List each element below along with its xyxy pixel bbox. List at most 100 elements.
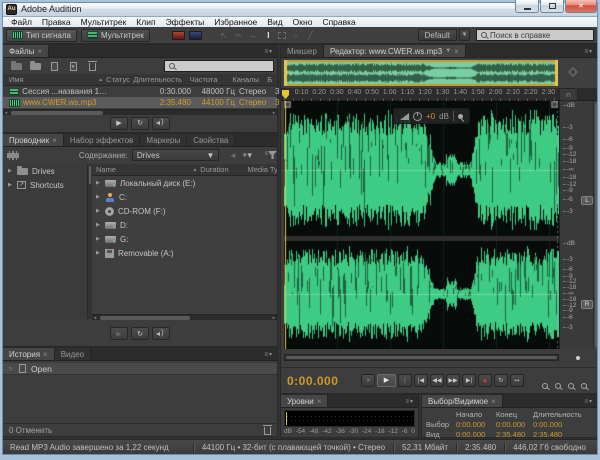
- close-icon[interactable]: ×: [52, 136, 57, 145]
- time-value[interactable]: 0:00.000: [456, 429, 486, 439]
- panel-menu-icon[interactable]: ≡▾: [584, 48, 593, 55]
- move-tool-icon[interactable]: ↖: [218, 31, 229, 40]
- close-icon[interactable]: ×: [43, 350, 48, 359]
- files-loop-button[interactable]: ↻: [131, 116, 149, 130]
- paintbrush-tool-icon[interactable]: ╱: [305, 31, 316, 40]
- time-value[interactable]: 2:35.480: [496, 429, 526, 439]
- menubar-item[interactable]: Эффекты: [161, 17, 210, 27]
- open-file-button[interactable]: [9, 60, 23, 72]
- record-button[interactable]: ●: [478, 374, 492, 387]
- tab-mixer[interactable]: Микшер: [281, 45, 324, 57]
- pin-icon[interactable]: [457, 113, 463, 119]
- drive-row[interactable]: ▶ Removable (A:): [92, 246, 277, 260]
- tab-editor[interactable]: Редактор: www.CWER.ws.mp3 ▼ ×: [323, 45, 466, 57]
- volume-hud[interactable]: +0 dB: [393, 108, 470, 124]
- zoom-in-button[interactable]: [542, 376, 548, 394]
- stop-button[interactable]: ■: [361, 374, 375, 387]
- rewind-button[interactable]: ◀◀: [430, 374, 444, 387]
- zoom-selection-button[interactable]: [581, 376, 587, 394]
- drive-row[interactable]: ▶ G:: [92, 232, 277, 246]
- close-icon[interactable]: ×: [454, 47, 459, 56]
- overview-strip[interactable]: [284, 60, 558, 86]
- expander-icon[interactable]: ▶: [96, 194, 101, 200]
- play-button[interactable]: ▶: [377, 374, 396, 387]
- close-button[interactable]: ✕: [565, 0, 597, 13]
- scrollbar-thumb[interactable]: [100, 316, 190, 320]
- menubar-item[interactable]: Мультитрек: [76, 17, 132, 27]
- waveform-display[interactable]: [284, 101, 559, 349]
- media-h-scrollbar[interactable]: ◄ ►: [92, 314, 277, 320]
- menubar-item[interactable]: Вид: [262, 17, 287, 27]
- import-file-button[interactable]: [28, 60, 42, 72]
- close-icon[interactable]: ×: [37, 47, 42, 56]
- expander-icon[interactable]: ▶: [96, 208, 101, 214]
- files-play-button[interactable]: ▶: [110, 116, 128, 130]
- files-column-header[interactable]: Длительность: [133, 75, 189, 84]
- workspace-dropdown-arrow[interactable]: ▼: [459, 29, 470, 41]
- editor-h-scrollbar[interactable]: [284, 354, 559, 361]
- filter-funnel-icon[interactable]: [268, 151, 278, 159]
- tab-video[interactable]: Видео: [54, 348, 92, 360]
- time-value[interactable]: 2:35.480: [533, 429, 563, 439]
- time-selection-tool-icon[interactable]: I: [263, 31, 274, 40]
- expander-icon[interactable]: ▶: [8, 182, 13, 188]
- tab-markers[interactable]: Маркеры: [140, 134, 188, 146]
- gear-icon[interactable]: [569, 68, 577, 76]
- files-column-header[interactable]: Статус: [106, 75, 133, 84]
- timeline-ruler[interactable]: 0:10 0:20 0:30 0:40 0:50 1:00 1:10 1:20 1:30 1:40…: [281, 88, 597, 101]
- file-row[interactable]: Сессия ...названия 1.sesx 0:30.000 48000 Г…: [3, 86, 279, 97]
- time-display[interactable]: 0:00.000: [287, 374, 338, 388]
- close-icon[interactable]: ×: [491, 397, 496, 406]
- media-column-header[interactable]: Duration: [200, 165, 247, 174]
- snap-toggle[interactable]: ∩: [559, 88, 578, 101]
- drive-row[interactable]: ▶ C:: [92, 190, 277, 204]
- fade-icon[interactable]: [400, 112, 409, 120]
- tab-properties[interactable]: Свойства: [187, 134, 236, 146]
- zoom-reset-button[interactable]: [568, 376, 574, 394]
- fast-forward-button[interactable]: ▶▶: [446, 374, 460, 387]
- content-select[interactable]: Drives ▼: [131, 149, 220, 161]
- gain-knob-icon[interactable]: [413, 111, 422, 121]
- panel-menu-icon[interactable]: ≡▾: [584, 398, 593, 405]
- expander-icon[interactable]: ▶: [8, 168, 13, 174]
- channel-badge-l[interactable]: L: [581, 196, 593, 205]
- files-autoplay-button[interactable]: [152, 116, 170, 130]
- panel-menu-icon[interactable]: ≡▾: [264, 351, 273, 358]
- skip-selection-button[interactable]: ↦: [510, 374, 524, 387]
- tab-effects-rack[interactable]: Набор эффектов: [63, 134, 141, 146]
- panel-menu-icon[interactable]: ≡▾: [405, 398, 414, 405]
- lasso-selection-tool-icon[interactable]: ○: [290, 31, 301, 40]
- help-search-input[interactable]: [490, 30, 589, 40]
- spectral-pitch-display-icon[interactable]: [188, 30, 202, 40]
- expander-icon[interactable]: ▶: [96, 250, 101, 256]
- file-row[interactable]: www.CWER.ws.mp3 2:35.480 44100 Гц Стерео 3: [3, 97, 279, 108]
- media-autoplay-button[interactable]: [152, 327, 170, 340]
- help-search-box[interactable]: [476, 29, 594, 41]
- files-column-header[interactable]: Частота: [190, 75, 233, 84]
- panel-menu-icon[interactable]: ≡▾: [264, 48, 273, 55]
- new-file-button[interactable]: [47, 60, 61, 72]
- menubar-item[interactable]: Окно: [288, 17, 318, 27]
- media-type-icon[interactable]: [7, 150, 19, 160]
- skip-to-end-button[interactable]: ▶|: [462, 374, 476, 387]
- expander-icon[interactable]: ▶: [96, 236, 101, 242]
- spectral-frequency-display-icon[interactable]: [171, 30, 185, 40]
- drive-row[interactable]: ▶ CD-ROM (F:): [92, 204, 277, 218]
- tree-item[interactable]: ▶ ↗ Shortcuts: [3, 178, 87, 192]
- menubar-item[interactable]: Избранное: [209, 17, 262, 27]
- media-column-header[interactable]: Media Ty: [248, 165, 278, 174]
- files-column-header[interactable]: Каналы: [232, 75, 267, 84]
- pause-button[interactable]: ||: [398, 374, 412, 387]
- history-entry[interactable]: ▷ Open: [3, 363, 277, 375]
- close-files-button[interactable]: [85, 60, 99, 72]
- close-icon[interactable]: ×: [317, 397, 322, 406]
- marquee-selection-tool-icon[interactable]: [277, 31, 286, 39]
- tab-history[interactable]: История ×: [3, 348, 55, 360]
- editor-v-scrollbar[interactable]: [593, 101, 599, 349]
- files-column-header[interactable]: Б: [267, 75, 277, 84]
- expander-icon[interactable]: ▶: [96, 180, 101, 186]
- trash-icon[interactable]: [263, 425, 272, 435]
- time-value[interactable]: 0:00.000: [533, 419, 563, 429]
- menubar-item[interactable]: Клип: [131, 17, 160, 27]
- menubar-item[interactable]: Правка: [37, 17, 76, 27]
